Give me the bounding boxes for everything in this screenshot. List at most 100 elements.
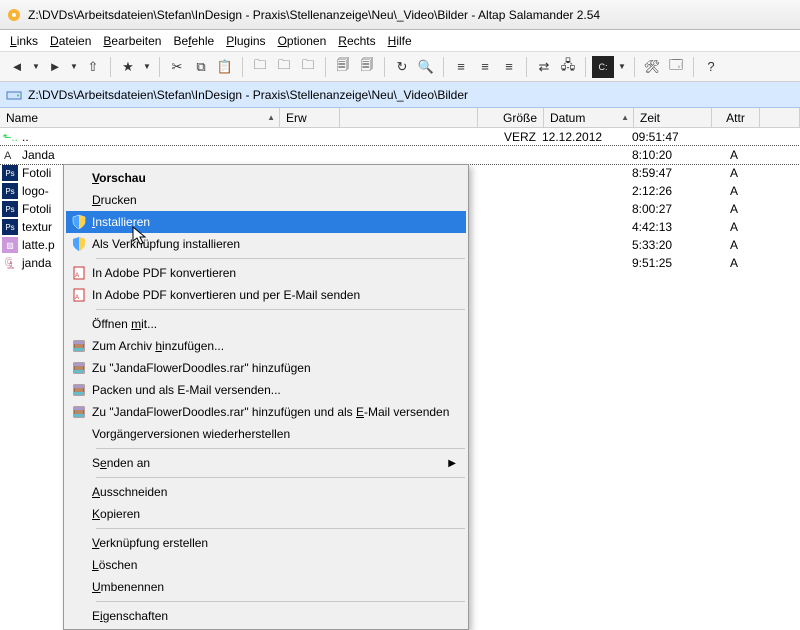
tb-a1-icon[interactable]: 🗀 [249,56,271,78]
file-row[interactable]: ⬑....VERZ12.12.201209:51:47 [0,128,800,146]
menu-links[interactable]: Links [6,32,42,50]
tb-net-icon[interactable]: 🖧 [557,56,579,78]
menu-rechts[interactable]: Rechts [334,32,379,50]
tb-dd4-icon[interactable]: ▼ [616,56,628,78]
rar-icon [66,402,92,422]
tb-find-icon[interactable]: 🔍 [415,56,437,78]
file-attr: A [710,184,758,198]
ctx-als-verknupfung[interactable]: Als Verknüpfung installieren [66,233,466,255]
file-time: 8:00:27 [632,202,710,216]
tb-term-icon[interactable]: C: [592,56,614,78]
file-date: 12.12.2012 [542,130,632,144]
file-time: 2:12:26 [632,184,710,198]
file-row[interactable]: AJanda8:10:20A [0,146,800,164]
tb-cut-icon[interactable]: ✂ [166,56,188,78]
ctx-ausschneiden[interactable]: Ausschneiden [66,481,466,503]
file-attr: A [710,238,758,252]
pathbar[interactable]: Z:\DVDs\Arbeitsdateien\Stefan\InDesign -… [0,82,800,108]
tb-help-icon[interactable]: ? [700,56,722,78]
tb-c2-icon[interactable]: ≡ [474,56,496,78]
ctx-eigenschaften[interactable]: Eigenschaften [66,605,466,627]
ctx-vorganger[interactable]: Vorgängerversionen wiederherstellen [66,423,466,445]
menu-plugins[interactable]: Plugins [222,32,269,50]
file-name: latte.p [22,238,55,252]
window-title: Z:\DVDs\Arbeitsdateien\Stefan\InDesign -… [28,8,794,22]
col-date[interactable]: Datum [544,108,634,127]
col-attr[interactable]: Attr [712,108,760,127]
menu-hilfe[interactable]: Hilfe [384,32,416,50]
drive-icon [6,87,22,103]
tb-fwd-icon[interactable]: ► [44,56,66,78]
file-attr: A [710,256,758,270]
file-name: Fotoli [22,166,51,180]
file-time: 4:42:13 [632,220,710,234]
path-text: Z:\DVDs\Arbeitsdateien\Stefan\InDesign -… [28,88,468,102]
file-attr: A [710,220,758,234]
rar-icon [66,336,92,356]
file-name: janda [22,256,51,270]
ctx-packen-email[interactable]: Packen und als E-Mail versenden... [66,379,466,401]
tb-copy-icon[interactable]: ⧉ [190,56,212,78]
shield-icon [66,234,92,254]
col-fill [340,108,478,127]
tb-share-icon[interactable]: ⇄ [533,56,555,78]
col-name[interactable]: Name [0,108,280,127]
tb-c1-icon[interactable]: ≡ [450,56,472,78]
ctx-archiv-rar[interactable]: Zu "JandaFlowerDoodles.rar" hinzufügen [66,357,466,379]
file-time: 5:33:20 [632,238,710,252]
menu-dateien[interactable]: Dateien [46,32,95,50]
tb-a2-icon[interactable]: 🗀 [273,56,295,78]
rar-icon [66,358,92,378]
ctx-pdf-konvertieren[interactable]: A In Adobe PDF konvertieren [66,262,466,284]
ctx-pdf-email[interactable]: A In Adobe PDF konvertieren und per E-Ma… [66,284,466,306]
ctx-vorschau[interactable]: Vorschau [66,167,466,189]
rar-icon [66,380,92,400]
ctx-verknupfung-erstellen[interactable]: Verknüpfung erstellen [66,532,466,554]
ctx-rar-email[interactable]: Zu "JandaFlowerDoodles.rar" hinzufügen u… [66,401,466,423]
file-attr: A [710,148,758,162]
tb-c3-icon[interactable]: ≡ [498,56,520,78]
tb-b2-icon[interactable]: 🗐 [356,56,378,78]
col-size[interactable]: Größe [478,108,544,127]
titlebar: Z:\DVDs\Arbeitsdateien\Stefan\InDesign -… [0,0,800,30]
app-icon [6,7,22,23]
menu-optionen[interactable]: Optionen [274,32,331,50]
ctx-drucken[interactable]: Drucken [66,189,466,211]
file-size: VERZ [476,130,542,144]
context-menu[interactable]: Vorschau Drucken Installieren Als Verknü… [63,164,469,630]
file-time: 09:51:47 [632,130,710,144]
file-name: textur [22,220,52,234]
menu-befehle[interactable]: Befehle [169,32,218,50]
file-attr: A [710,166,758,180]
file-name: logo- [22,184,49,198]
tb-view-icon[interactable]: 🗔 [665,56,687,78]
toolbar: ◄ ▼ ► ▼ ⇧ ★ ▼ ✂ ⧉ 📋 🗀 🗀 🗀 🗐 🗐 ↻ 🔍 ≡ ≡ ≡ … [0,52,800,82]
ctx-loschen[interactable]: Löschen [66,554,466,576]
file-name: .. [22,130,29,144]
pdf-icon: A [66,263,92,283]
tb-dd1-icon[interactable]: ▼ [30,56,42,78]
col-time[interactable]: Zeit [634,108,712,127]
tb-b1-icon[interactable]: 🗐 [332,56,354,78]
file-name: Fotoli [22,202,51,216]
menubar: Links Dateien Bearbeiten Befehle Plugins… [0,30,800,52]
tb-prop-icon[interactable]: 🛠 [641,56,663,78]
tb-dd3-icon[interactable]: ▼ [141,56,153,78]
ctx-kopieren[interactable]: Kopieren [66,503,466,525]
file-attr: A [710,202,758,216]
tb-refresh-icon[interactable]: ↻ [391,56,413,78]
tb-up-icon[interactable]: ⇧ [82,56,104,78]
tb-back-icon[interactable]: ◄ [6,56,28,78]
ctx-umbenennen[interactable]: Umbenennen [66,576,466,598]
menu-bearbeiten[interactable]: Bearbeiten [99,32,165,50]
col-ext[interactable]: Erw [280,108,340,127]
tb-dd2-icon[interactable]: ▼ [68,56,80,78]
tb-a3-icon[interactable]: 🗀 [297,56,319,78]
ctx-senden-an[interactable]: Senden an▶ [66,452,466,474]
tb-hot-icon[interactable]: ★ [117,56,139,78]
ctx-installieren[interactable]: Installieren [66,211,466,233]
ctx-archiv-hinzufugen[interactable]: Zum Archiv hinzufügen... [66,335,466,357]
ctx-offnen-mit[interactable]: Öffnen mit... [66,313,466,335]
tb-paste-icon[interactable]: 📋 [214,56,236,78]
file-time: 8:59:47 [632,166,710,180]
